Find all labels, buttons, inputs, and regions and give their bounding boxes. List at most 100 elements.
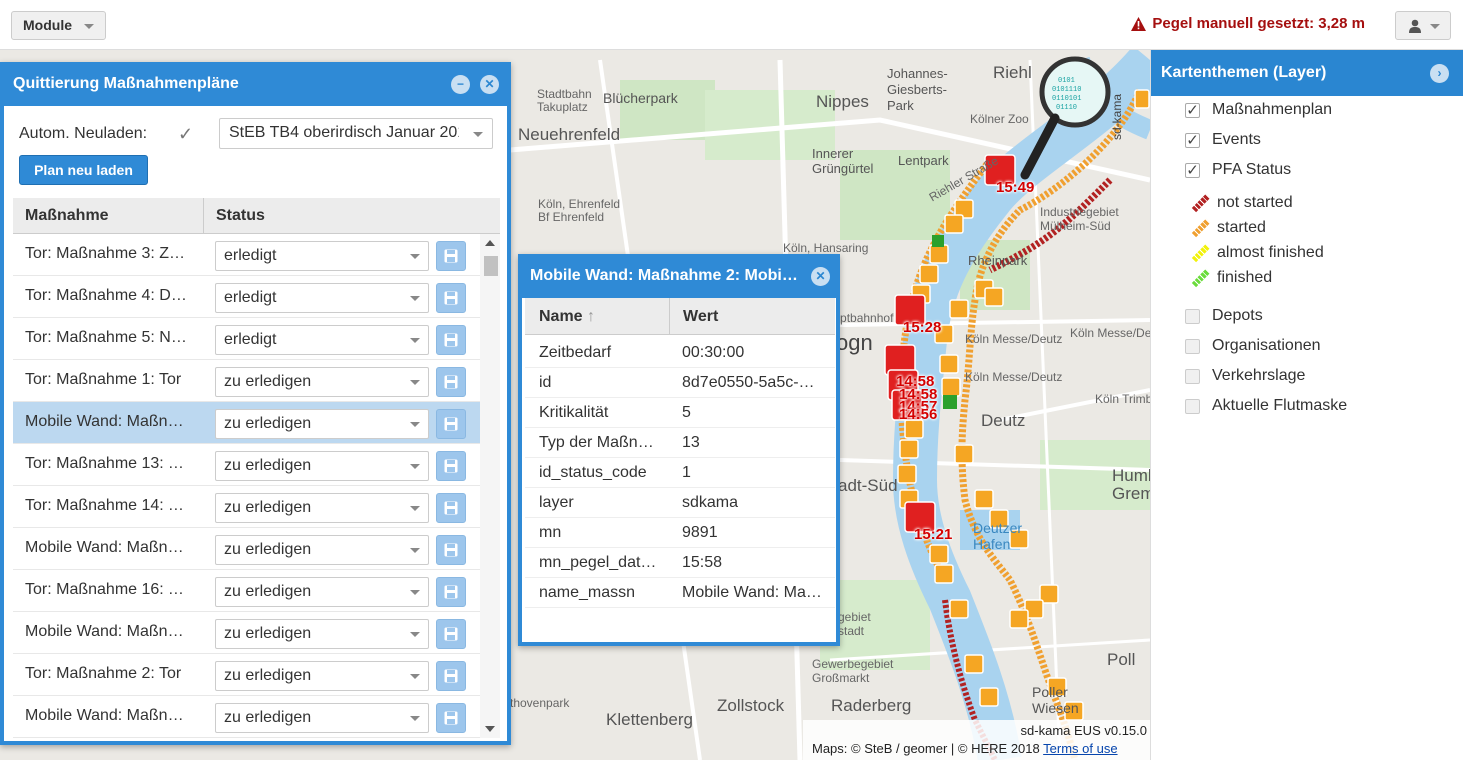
status-select[interactable]: zu erledigen — [215, 535, 429, 565]
table-row[interactable]: Tor: Maßnahme 14: Tor zu erledigen — [13, 486, 481, 528]
property-name: Zeitbedarf — [539, 344, 612, 361]
status-select[interactable]: zu erledigen — [215, 409, 429, 439]
table-row[interactable]: Mobile Wand: Maßnahme zu erledigen — [13, 528, 481, 570]
layer-item-pfa-status[interactable]: ✓ PFA Status — [1185, 161, 1291, 179]
property-row: Zeitbedarf 00:30:00 — [525, 338, 835, 368]
column-header-massnahme[interactable]: Maßnahme — [25, 207, 109, 225]
status-select[interactable]: erledigt — [215, 325, 429, 355]
save-button[interactable] — [436, 493, 466, 523]
status-select[interactable]: zu erledigen — [215, 493, 429, 523]
scroll-thumb[interactable] — [484, 256, 498, 276]
table-row[interactable]: Tor: Maßnahme 1: Tor zu erledigen — [13, 360, 481, 402]
massnahme-name: Mobile Wand: Maßnahme — [25, 539, 190, 556]
park-area — [620, 80, 715, 140]
collapse-panel-button[interactable]: › — [1430, 64, 1449, 83]
property-value: sdkama — [682, 494, 739, 511]
layer-item-depots[interactable]: Depots — [1185, 307, 1263, 325]
status-select[interactable]: zu erledigen — [215, 577, 429, 607]
chevron-down-icon — [410, 464, 420, 469]
checkbox-unchecked[interactable] — [1185, 368, 1200, 384]
table-row[interactable]: Tor: Maßnahme 3: Zufahrt erledigt — [13, 234, 481, 276]
checkbox-unchecked[interactable] — [1185, 398, 1200, 414]
status-select[interactable]: zu erledigen — [215, 619, 429, 649]
save-button[interactable] — [436, 661, 466, 691]
close-icon[interactable]: ✕ — [480, 75, 499, 94]
save-button[interactable] — [436, 451, 466, 481]
save-button[interactable] — [436, 283, 466, 313]
status-select[interactable]: zu erledigen — [215, 703, 429, 733]
save-button[interactable] — [436, 367, 466, 397]
massnahme-name: Tor: Maßnahme 5: Nebeneingang — [25, 329, 190, 346]
pegel-text: Pegel manuell gesetzt: 3,28 m — [1152, 15, 1365, 32]
checkbox-checked[interactable]: ✓ — [1185, 132, 1200, 148]
status-select[interactable]: zu erledigen — [215, 661, 429, 691]
table-row[interactable]: Tor: Maßnahme 2: Tor zu erledigen — [13, 654, 481, 696]
time-label: 14:56 — [899, 406, 938, 423]
legend-swatch — [1191, 268, 1211, 288]
status-select-value: zu erledigen — [224, 373, 312, 390]
massnahme-name: Tor: Maßnahme 4: Durchfahrt — [25, 287, 190, 304]
checkbox-checked[interactable]: ✓ — [1185, 102, 1200, 118]
grid-header: Maßnahme Status — [13, 198, 500, 234]
close-icon[interactable]: ✕ — [811, 267, 830, 286]
svg-text:0101110: 0101110 — [1052, 86, 1081, 94]
save-button[interactable] — [436, 535, 466, 565]
save-button[interactable] — [436, 325, 466, 355]
plan-select[interactable]: StEB TB4 oberirdisch Januar 2018 — [219, 118, 493, 149]
table-row[interactable]: Tor: Maßnahme 4: Durchfahrt erledigt — [13, 276, 481, 318]
property-value: 13 — [682, 434, 700, 451]
chevron-down-icon — [410, 590, 420, 595]
layer-label: Aktuelle Flutmaske — [1212, 397, 1348, 414]
table-row[interactable]: Tor: Maßnahme 5: Nebeneingang erledigt — [13, 318, 481, 360]
save-button[interactable] — [436, 577, 466, 607]
layer-item-verkehrslage[interactable]: Verkehrslage — [1185, 367, 1305, 385]
layer-item-massnahmenplan[interactable]: ✓ Maßnahmenplan — [1185, 101, 1332, 119]
table-row[interactable]: Mobile Wand: Maßnahme zu erledigen — [13, 612, 481, 654]
popup-rows: Zeitbedarf 00:30:00 id 8d7e0550-5a5c-4b2e Kr… — [525, 338, 835, 608]
scroll-up-icon[interactable] — [485, 240, 495, 246]
status-select-value: zu erledigen — [224, 499, 312, 516]
property-name: Typ der Maßnahme — [539, 434, 661, 451]
reload-plan-button[interactable]: Plan neu laden — [19, 155, 148, 185]
column-header-status[interactable]: Status — [216, 207, 265, 225]
minimize-icon[interactable]: − — [451, 75, 470, 94]
svg-text:01110: 01110 — [1056, 104, 1077, 112]
autom-reload-checkbox[interactable]: ✓ — [178, 124, 193, 145]
save-button[interactable] — [436, 241, 466, 271]
scrollbar[interactable] — [480, 234, 500, 738]
map-label-hovenpark: thovenpark — [510, 696, 570, 710]
save-button[interactable] — [436, 619, 466, 649]
property-row: id 8d7e0550-5a5c-4b2e — [525, 368, 835, 398]
table-row[interactable]: Mobile Wand: Maßnahme 2 zu erledigen — [13, 402, 481, 444]
checkbox-unchecked[interactable] — [1185, 308, 1200, 324]
save-button[interactable] — [436, 703, 466, 733]
status-select[interactable]: erledigt — [215, 241, 429, 271]
column-header-name[interactable]: Name ↑ — [539, 308, 595, 326]
column-header-wert[interactable]: Wert — [683, 308, 718, 326]
status-select[interactable]: zu erledigen — [215, 367, 429, 397]
status-select[interactable]: zu erledigen — [215, 451, 429, 481]
table-row[interactable]: Tor: Maßnahme 13: Tor zu erledigen — [13, 444, 481, 486]
map-label-deutz: Deutz — [981, 411, 1026, 430]
chevron-down-icon — [410, 338, 420, 343]
chevron-down-icon — [410, 296, 420, 301]
status-select-value: erledigt — [224, 247, 277, 264]
user-menu-button[interactable] — [1395, 11, 1451, 40]
save-button[interactable] — [436, 409, 466, 439]
legend-item-started: started — [1191, 218, 1266, 238]
layer-item-aktuelle-flutmaske[interactable]: Aktuelle Flutmaske — [1185, 397, 1347, 415]
massnahme-name: Mobile Wand: Maßnahme — [25, 623, 190, 640]
map-label-sd-kama: sd-kama — [1110, 93, 1124, 140]
checkbox-unchecked[interactable] — [1185, 338, 1200, 354]
layer-item-events[interactable]: ✓ Events — [1185, 131, 1261, 149]
terms-link[interactable]: Terms of use — [1043, 741, 1117, 756]
module-menu-button[interactable]: Module — [11, 11, 106, 40]
checkbox-checked[interactable]: ✓ — [1185, 162, 1200, 178]
table-row[interactable]: Mobile Wand: Maßnahme zu erledigen — [13, 696, 481, 738]
table-row[interactable]: Tor: Maßnahme 16: Tor zu erledigen — [13, 570, 481, 612]
scroll-down-icon[interactable] — [485, 726, 495, 732]
layer-item-organisationen[interactable]: Organisationen — [1185, 337, 1321, 355]
grid-body: Tor: Maßnahme 3: ZufahrterledigtTor: Maß… — [13, 234, 481, 738]
status-select[interactable]: erledigt — [215, 283, 429, 313]
module-button-label: Module — [23, 17, 72, 33]
